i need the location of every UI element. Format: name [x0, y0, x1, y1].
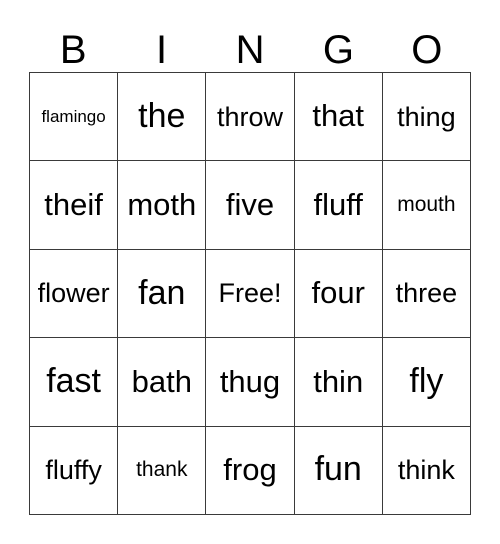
bingo-cell-r3c4[interactable]: four	[294, 249, 383, 339]
bingo-cell-r5c2[interactable]: thank	[118, 426, 207, 515]
bingo-grid: flamingo the throw that thing theif moth…	[29, 72, 471, 515]
bingo-cell-r3c2[interactable]: fan	[118, 249, 207, 339]
bingo-cell-label: thing	[397, 101, 456, 132]
bingo-cell-r4c4[interactable]: thin	[294, 338, 383, 427]
bingo-cell-label: fluff	[313, 186, 363, 222]
bingo-cell-r5c3[interactable]: frog	[206, 426, 295, 515]
bingo-cell-r4c5[interactable]: fly	[382, 338, 471, 427]
bingo-cell-r4c2[interactable]: bath	[118, 338, 207, 427]
bingo-cell-label: that	[312, 98, 365, 134]
bingo-cell-r4c1[interactable]: fast	[30, 338, 119, 427]
bingo-cell-r1c4[interactable]: that	[294, 73, 383, 162]
bingo-card: B I N G O flamingo the throw that thing …	[0, 0, 500, 544]
bingo-cell-label: fan	[138, 273, 186, 312]
bingo-cell-label: thank	[136, 458, 188, 482]
bingo-cell-r1c1[interactable]: flamingo	[30, 73, 119, 162]
bingo-cell-label: moth	[127, 186, 197, 222]
header-letter-n: N	[235, 28, 265, 72]
bingo-cell-label: three	[395, 278, 458, 309]
bingo-cell-label: flamingo	[41, 106, 106, 126]
bingo-cell-r2c2[interactable]: moth	[118, 161, 207, 250]
bingo-cell-r5c4[interactable]: fun	[294, 426, 383, 515]
bingo-cell-free-space[interactable]: Free!	[206, 249, 295, 339]
bingo-cell-label: bath	[131, 363, 192, 399]
bingo-cell-label: fast	[46, 362, 101, 401]
bingo-cell-label: fly	[409, 362, 444, 401]
bingo-cell-label: fluffy	[45, 455, 102, 486]
bingo-cell-label: fun	[314, 450, 362, 489]
bingo-cell-r1c2[interactable]: the	[118, 73, 207, 162]
bingo-cell-label: theif	[44, 186, 103, 222]
bingo-cell-r3c5[interactable]: three	[382, 249, 471, 339]
bingo-cell-r3c1[interactable]: flower	[30, 249, 119, 339]
header-letter-g: G	[322, 28, 354, 72]
bingo-header: B I N G O	[29, 18, 471, 72]
bingo-cell-label: mouth	[397, 193, 456, 217]
bingo-cell-r2c3[interactable]: five	[206, 161, 295, 250]
bingo-cell-label: four	[311, 275, 365, 311]
bingo-cell-label: thug	[219, 363, 281, 399]
bingo-cell-r2c1[interactable]: theif	[30, 161, 119, 250]
bingo-cell-label: flower	[37, 278, 110, 309]
bingo-cell-label: throw	[216, 101, 283, 132]
bingo-cell-label: frog	[223, 452, 277, 488]
bingo-cell-r1c5[interactable]: thing	[382, 73, 471, 162]
bingo-cell-label: the	[138, 96, 186, 135]
bingo-cell-label: think	[397, 455, 455, 486]
bingo-cell-r2c4[interactable]: fluff	[294, 161, 383, 250]
free-space-label: Free!	[218, 278, 282, 309]
header-letter-b: B	[59, 28, 87, 72]
bingo-cell-r2c5[interactable]: mouth	[382, 161, 471, 250]
bingo-cell-r4c3[interactable]: thug	[206, 338, 295, 427]
bingo-cell-label: thin	[313, 363, 364, 399]
bingo-cell-r5c5[interactable]: think	[382, 426, 471, 515]
header-letter-i: I	[156, 28, 168, 72]
bingo-cell-r5c1[interactable]: fluffy	[30, 426, 119, 515]
bingo-cell-r1c3[interactable]: throw	[206, 73, 295, 162]
bingo-cell-label: five	[225, 186, 275, 222]
header-letter-o: O	[411, 28, 443, 72]
